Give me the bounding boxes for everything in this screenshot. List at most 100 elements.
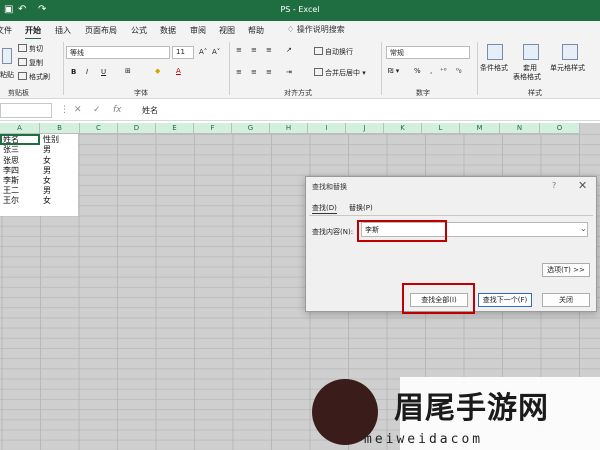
wrap-text-button[interactable]: 自动换行 [314,47,353,57]
divider [229,42,230,95]
ribbon-tabs: 文件 开始 插入 页面布局 公式 数据 审阅 视图 帮助 ♢ 操作说明搜索 [0,21,600,40]
column-header-e[interactable]: E [156,123,194,134]
tab-replace[interactable]: 替换(P) [349,203,373,213]
italic-button[interactable]: I [86,68,88,76]
cell-b4[interactable]: 男 [40,166,80,176]
cell-a7[interactable]: 王尔 [0,196,40,206]
align-center-icon[interactable]: ≡ [251,68,257,76]
tab-review[interactable]: 审阅 [190,25,206,36]
percent-icon[interactable]: % [414,67,421,75]
cell-styles-button[interactable]: 单元格样式 [550,63,585,73]
underline-button[interactable]: U [101,68,106,76]
formula-bar: ⋮ ✕ ✓ fx 姓名 [0,101,600,121]
cell-b1[interactable]: 性别 [40,135,80,145]
number-format-select[interactable]: 常规 [386,46,470,59]
cell-a3[interactable]: 张思 [0,156,40,166]
conditional-format-button[interactable]: 条件格式 [480,63,508,73]
cancel-icon[interactable]: ✕ [74,105,82,115]
find-what-label: 查找内容(N): [312,228,354,236]
increase-decimal-icon[interactable]: ⁺⁰ [440,67,447,75]
align-top-icon[interactable]: ≡ [236,46,242,54]
cell-a6[interactable]: 王二 [0,186,40,196]
column-header-a[interactable]: A [0,123,40,134]
tell-me-search[interactable]: ♢ 操作说明搜索 [287,24,345,35]
decrease-decimal-icon[interactable]: ⁰₀ [456,67,462,75]
chevron-down-icon[interactable]: ⌄ [580,224,587,233]
tell-me-label: 操作说明搜索 [296,25,345,34]
help-icon[interactable]: ? [552,181,556,190]
dialog-title: 查找和替换 [312,183,347,191]
borders-icon[interactable]: ⊞ [125,67,131,75]
merge-center-button[interactable]: 合并后居中 ▾ [314,68,366,78]
column-header-n[interactable]: N [500,123,540,134]
tab-help[interactable]: 帮助 [248,25,264,36]
tab-data[interactable]: 数据 [160,25,176,36]
more-icon: ⋮ [60,105,69,115]
table-format-icon[interactable] [523,44,539,60]
tab-home[interactable]: 开始 [25,25,41,40]
close-button[interactable]: 关闭 [542,293,590,307]
shrink-font-icon[interactable]: A˅ [212,48,220,56]
group-clipboard-label: 剪贴板 [8,89,29,97]
column-header-i[interactable]: I [308,123,346,134]
column-header-k[interactable]: K [384,123,422,134]
column-header-c[interactable]: C [80,123,118,134]
find-replace-dialog: 查找和替换 ? ✕ 查找(D) 替换(P) 查找内容(N): 李斯 ⌄ 选项(T… [305,176,597,314]
copy-button[interactable]: 复制 [18,58,43,68]
align-right-icon[interactable]: ≡ [266,68,272,76]
cell-b7[interactable]: 女 [40,196,80,206]
currency-icon[interactable]: ₪ ▾ [388,67,399,75]
tab-find[interactable]: 查找(D) [312,203,337,214]
orientation-icon[interactable]: ↗ [286,46,292,54]
align-left-icon[interactable]: ≡ [236,68,242,76]
cell-b5[interactable]: 女 [40,176,80,186]
column-header-b[interactable]: B [40,123,80,134]
tab-file[interactable]: 文件 [0,25,12,36]
tab-formulas[interactable]: 公式 [131,25,147,36]
paste-icon[interactable] [2,48,12,64]
paste-button[interactable]: 粘贴 [0,70,14,80]
enter-icon[interactable]: ✓ [93,105,101,115]
cell-b6[interactable]: 男 [40,186,80,196]
conditional-format-icon[interactable] [487,44,503,60]
cut-button[interactable]: 剪切 [18,44,43,54]
close-icon[interactable]: ✕ [578,179,587,192]
watermark-url: meiweidacom [364,432,484,447]
tab-view[interactable]: 视图 [219,25,235,36]
font-color-icon[interactable]: A [176,67,181,75]
format-painter-button[interactable]: 格式刷 [18,72,50,82]
fill-color-icon[interactable]: ◆ [155,67,160,75]
column-header-j[interactable]: J [346,123,384,134]
cell-b2[interactable]: 男 [40,145,80,155]
column-header-d[interactable]: D [118,123,156,134]
watermark-text: 眉尾手游网 [394,391,549,426]
bold-button[interactable]: B [71,68,76,76]
find-next-button[interactable]: 查找下一个(F) [478,293,532,307]
align-bottom-icon[interactable]: ≡ [266,46,272,54]
name-box[interactable] [0,103,52,118]
cell-a2[interactable]: 张三 [0,145,40,155]
column-header-g[interactable]: G [232,123,270,134]
comma-icon[interactable]: , [430,67,432,75]
column-header-h[interactable]: H [270,123,308,134]
align-middle-icon[interactable]: ≡ [251,46,257,54]
formula-input[interactable]: 姓名 [142,105,158,116]
cell-styles-icon[interactable] [562,44,578,60]
cell-a5[interactable]: 李斯 [0,176,40,186]
cell-b3[interactable]: 女 [40,156,80,166]
group-alignment-label: 对齐方式 [284,89,312,97]
font-size-select[interactable]: 11 [172,46,194,59]
cell-a4[interactable]: 李四 [0,166,40,176]
column-header-l[interactable]: L [422,123,460,134]
function-icon[interactable]: fx [113,105,122,115]
font-name-select[interactable]: 等线 [66,46,170,59]
column-header-o[interactable]: O [540,123,580,134]
column-header-f[interactable]: F [194,123,232,134]
column-header-m[interactable]: M [460,123,500,134]
indent-icon[interactable]: ⇥ [286,68,292,76]
tab-insert[interactable]: 插入 [55,25,71,36]
tab-page-layout[interactable]: 页面布局 [85,25,117,36]
options-button[interactable]: 选项(T) >> [542,263,590,277]
grow-font-icon[interactable]: A˄ [199,48,207,56]
input-highlight [357,220,447,242]
